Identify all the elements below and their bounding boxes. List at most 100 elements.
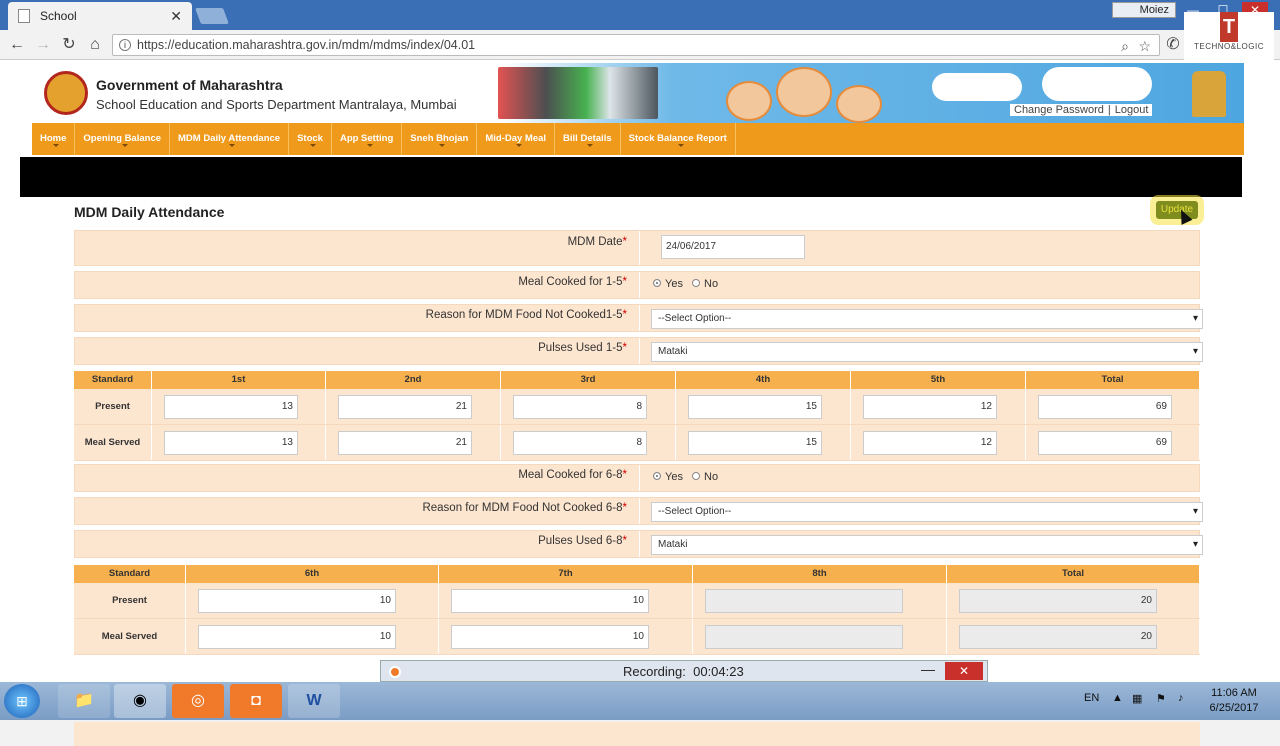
divider [639, 531, 640, 557]
present-input[interactable]: 21 [338, 395, 472, 419]
present-input-disabled [705, 589, 903, 613]
system-clock[interactable]: 11:06 AM 6/25/2017 [1196, 686, 1272, 716]
reason-1-5-select[interactable]: --Select Option-- [651, 309, 1203, 329]
meal-served-total: 20 [959, 625, 1157, 649]
close-tab-icon[interactable]: ✕ [170, 8, 182, 25]
language-indicator[interactable]: EN [1084, 692, 1099, 704]
browser-tab[interactable]: School ✕ [8, 2, 192, 30]
divider [639, 338, 640, 364]
col-header: 2nd [326, 371, 501, 389]
present-total: 20 [959, 589, 1157, 613]
col-header: Standard [74, 565, 186, 583]
flag-icon[interactable]: ⚑ [1156, 692, 1166, 705]
phone-icon[interactable]: ✆ [1162, 34, 1184, 56]
reload-icon[interactable]: ↻ [58, 34, 80, 56]
col-header: 5th [851, 371, 1026, 389]
pulses-1-5-label: Pulses Used 1-5* [538, 342, 627, 354]
present-input[interactable]: 12 [863, 395, 997, 419]
pulses-6-8-select[interactable]: Mataki [651, 535, 1203, 555]
col-header: 8th [693, 565, 947, 583]
divider [639, 465, 640, 491]
start-button[interactable]: ⊞ [4, 684, 40, 718]
col-header: 4th [676, 371, 851, 389]
clock-time: 11:06 AM [1211, 687, 1257, 699]
file-explorer-icon[interactable]: 📁 [58, 684, 110, 718]
form-row-reason-6-8: Reason for MDM Food Not Cooked 6-8* --Se… [74, 497, 1203, 525]
volume-icon[interactable]: ♪ [1178, 692, 1184, 704]
present-input[interactable]: 10 [198, 589, 396, 613]
meal-served-input[interactable]: 10 [451, 625, 649, 649]
meal-served-input[interactable]: 15 [688, 431, 822, 455]
menu-item-opening-balance[interactable]: Opening Balance [75, 123, 171, 155]
tray-arrow-icon[interactable]: ▲ [1112, 692, 1123, 704]
logout-link[interactable]: Logout [1115, 104, 1149, 116]
watermark-logo: T TECHNO&LOGIC [1184, 12, 1274, 60]
tab-title: School [40, 9, 77, 23]
row-label: Present [74, 389, 152, 424]
form-row-meal-cooked-6-8: Meal Cooked for 6-8* Yes No [74, 464, 1200, 492]
recorder-close-button[interactable]: ✕ [945, 662, 983, 680]
present-input[interactable]: 13 [164, 395, 298, 419]
change-password-link[interactable]: Change Password [1014, 104, 1104, 116]
row-label: Meal Served [74, 425, 152, 460]
table-row: Meal Served 10 10 20 [74, 619, 1200, 655]
radio-yes-1-5[interactable] [653, 279, 661, 287]
back-icon[interactable]: ← [6, 34, 28, 56]
new-tab-button[interactable] [195, 8, 229, 24]
zoom-icon[interactable]: ⌕ [1121, 36, 1129, 56]
row-label: Present [74, 583, 186, 618]
menu-item-home[interactable]: Home [32, 123, 76, 155]
radio-no-6-8[interactable] [692, 472, 701, 480]
present-input[interactable]: 8 [513, 395, 647, 419]
recorder-minimize-button[interactable]: — [921, 661, 935, 677]
home-icon[interactable]: ⌂ [84, 34, 106, 56]
form-row-pulses-6-8: Pulses Used 6-8* Mataki [74, 530, 1203, 558]
menu-item-bill-details[interactable]: Bill Details [555, 123, 621, 155]
menu-item-stock[interactable]: Stock [289, 123, 332, 155]
meal-served-input[interactable]: 8 [513, 431, 647, 455]
forward-icon[interactable]: → [32, 34, 54, 56]
screenshot-app-icon[interactable]: ◘ [230, 684, 282, 718]
menu-item-app-setting[interactable]: App Setting [332, 123, 403, 155]
recording-toolbar: Recording: 00:04:23 — ✕ [380, 660, 988, 682]
attendance-table-6-8: Standard 6th 7th 8th Total Present 10 10… [74, 565, 1200, 655]
col-header: 3rd [501, 371, 676, 389]
child-illustration [726, 81, 772, 121]
col-header: Total [947, 565, 1200, 583]
logo-text: TECHNO&LOGIC [1193, 42, 1264, 51]
info-icon[interactable]: i [119, 39, 131, 51]
pulses-1-5-select[interactable]: Mataki [651, 342, 1203, 362]
bookmark-star-icon[interactable]: ☆ [1138, 36, 1151, 56]
menu-item-mid-day-meal[interactable]: Mid-Day Meal [477, 123, 556, 155]
url-field[interactable]: i https://education.maharashtra.gov.in/m… [112, 34, 1160, 56]
child-illustration [836, 85, 882, 123]
menu-item-sneh-bhojan[interactable]: Sneh Bhojan [402, 123, 478, 155]
menu-item-mdm-daily-attendance[interactable]: MDM Daily Attendance [170, 123, 290, 155]
table-row: Present 13 21 8 15 12 69 [74, 389, 1200, 425]
browser-tab-bar: School ✕ Moiez — ☐ ✕ [0, 0, 1280, 30]
word-icon[interactable]: W [288, 684, 340, 718]
meal-served-input[interactable]: 13 [164, 431, 298, 455]
meal-served-input[interactable]: 10 [198, 625, 396, 649]
pulses-6-8-label: Pulses Used 6-8* [538, 535, 627, 547]
radio-yes-6-8[interactable] [653, 472, 661, 480]
attendance-table-1-5: Standard 1st 2nd 3rd 4th 5th Total Prese… [74, 371, 1200, 461]
meal-served-total[interactable]: 69 [1038, 431, 1172, 455]
chrome-icon[interactable]: ◉ [114, 684, 166, 718]
meal-served-input[interactable]: 21 [338, 431, 472, 455]
radio-no-1-5[interactable] [692, 279, 701, 287]
books-illustration [498, 67, 658, 119]
reason-6-8-select[interactable]: --Select Option-- [651, 502, 1203, 522]
reason-1-5-label: Reason for MDM Food Not Cooked1-5* [425, 309, 627, 321]
mdm-date-input[interactable]: 24/06/2017 [661, 235, 805, 259]
recording-time: 00:04:23 [693, 664, 744, 679]
present-total[interactable]: 69 [1038, 395, 1172, 419]
window-user-badge[interactable]: Moiez [1112, 2, 1176, 18]
present-input[interactable]: 10 [451, 589, 649, 613]
menu-item-stock-balance-report[interactable]: Stock Balance Report [621, 123, 736, 155]
recorder-icon [389, 666, 401, 678]
network-icon[interactable]: ▦ [1132, 692, 1142, 705]
meal-served-input[interactable]: 12 [863, 431, 997, 455]
recorder-app-icon[interactable]: ◎ [172, 684, 224, 718]
present-input[interactable]: 15 [688, 395, 822, 419]
